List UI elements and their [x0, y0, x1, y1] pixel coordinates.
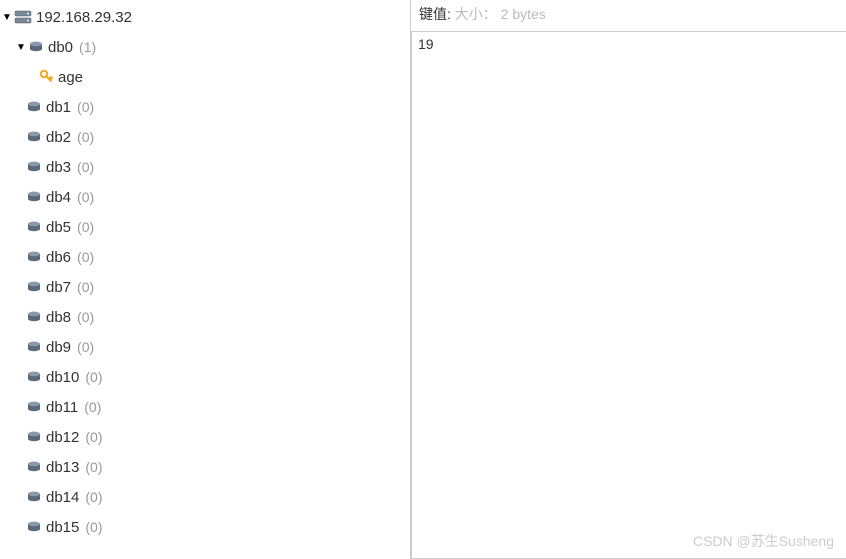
db-name: db13 — [46, 459, 79, 476]
db-count: (0) — [84, 399, 101, 415]
chevron-down-icon: ▼ — [0, 12, 14, 23]
db-node-db0[interactable]: ▼ db0 (1) — [0, 32, 410, 62]
server-node[interactable]: ▼ 192.168.29.32 — [0, 2, 410, 32]
db-count: (0) — [85, 459, 102, 475]
db-count: (0) — [77, 309, 94, 325]
db-count: (0) — [77, 159, 94, 175]
database-icon — [26, 101, 42, 113]
database-icon — [26, 431, 42, 443]
value-content: 19 — [418, 36, 434, 52]
value-textarea[interactable]: 19 — [411, 31, 846, 559]
database-icon — [26, 401, 42, 413]
key-icon — [38, 69, 54, 85]
db-node-db13[interactable]: db13 (0) — [0, 452, 410, 482]
db-name: db5 — [46, 219, 71, 236]
database-icon — [26, 341, 42, 353]
size-value: 2 bytes — [501, 6, 546, 22]
database-icon — [26, 221, 42, 233]
db-node-db8[interactable]: db8 (0) — [0, 302, 410, 332]
db-node-db10[interactable]: db10 (0) — [0, 362, 410, 392]
db-node-db2[interactable]: db2 (0) — [0, 122, 410, 152]
db-count: (0) — [77, 219, 94, 235]
db-count: (0) — [77, 279, 94, 295]
db-count: (0) — [85, 519, 102, 535]
database-icon — [26, 311, 42, 323]
database-icon — [26, 251, 42, 263]
db-name: db15 — [46, 519, 79, 536]
size-label: 大小： — [455, 6, 497, 22]
database-icon — [26, 281, 42, 293]
db-node-db11[interactable]: db11 (0) — [0, 392, 410, 422]
db-name: db12 — [46, 429, 79, 446]
db-count: (0) — [77, 249, 94, 265]
db-name: db10 — [46, 369, 79, 386]
database-icon — [26, 371, 42, 383]
db-node-db6[interactable]: db6 (0) — [0, 242, 410, 272]
db-node-db5[interactable]: db5 (0) — [0, 212, 410, 242]
db-name: db7 — [46, 279, 71, 296]
value-header: 键值: 大小： 2 bytes — [411, 0, 846, 29]
database-tree-panel: ▼ 192.168.29.32 ▼ db0 (1) — [0, 0, 411, 559]
database-icon — [28, 41, 44, 53]
db-name: db14 — [46, 489, 79, 506]
db-node-db14[interactable]: db14 (0) — [0, 482, 410, 512]
db-node-db9[interactable]: db9 (0) — [0, 332, 410, 362]
key-node-age[interactable]: age — [0, 62, 410, 92]
db-name: db1 — [46, 99, 71, 116]
value-panel: 键值: 大小： 2 bytes 19 — [411, 0, 846, 559]
db-node-db1[interactable]: db1 (0) — [0, 92, 410, 122]
database-icon — [26, 131, 42, 143]
db-count: (0) — [77, 339, 94, 355]
keyvalue-label: 键值: — [419, 6, 451, 22]
db-count: (0) — [77, 189, 94, 205]
key-name: age — [58, 69, 83, 86]
database-icon — [26, 161, 42, 173]
server-icon — [14, 10, 32, 24]
chevron-down-icon: ▼ — [14, 42, 28, 53]
db-name: db4 — [46, 189, 71, 206]
db-node-db7[interactable]: db7 (0) — [0, 272, 410, 302]
db-node-db12[interactable]: db12 (0) — [0, 422, 410, 452]
db-count: (0) — [85, 489, 102, 505]
db-count: (0) — [85, 369, 102, 385]
db-count: (0) — [77, 99, 94, 115]
database-icon — [26, 521, 42, 533]
db-name: db8 — [46, 309, 71, 326]
database-icon — [26, 191, 42, 203]
db-node-db4[interactable]: db4 (0) — [0, 182, 410, 212]
database-icon — [26, 491, 42, 503]
db-name: db2 — [46, 129, 71, 146]
database-icon — [26, 461, 42, 473]
server-host-label: 192.168.29.32 — [36, 9, 132, 26]
db-name: db0 — [48, 39, 73, 56]
db-name: db11 — [46, 399, 78, 416]
db-name: db3 — [46, 159, 71, 176]
db-node-db3[interactable]: db3 (0) — [0, 152, 410, 182]
db-node-db15[interactable]: db15 (0) — [0, 512, 410, 542]
db-count: (1) — [79, 39, 96, 55]
db-count: (0) — [85, 429, 102, 445]
db-count: (0) — [77, 129, 94, 145]
db-name: db9 — [46, 339, 71, 356]
db-name: db6 — [46, 249, 71, 266]
